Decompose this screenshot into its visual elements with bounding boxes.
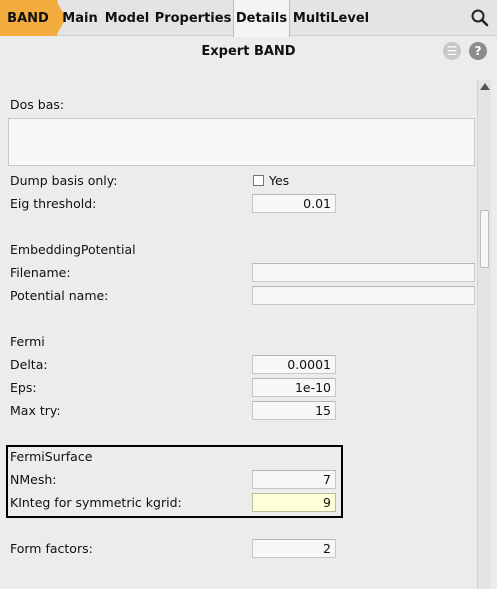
delta-label: Delta: (10, 357, 48, 372)
tab-bar: BAND Main Model Properties Details Multi… (0, 0, 497, 37)
dump-basis-checkbox-label[interactable]: Yes (269, 173, 289, 188)
dump-basis-checkbox[interactable] (253, 175, 264, 186)
tab-details[interactable]: Details (233, 0, 290, 37)
eps-field[interactable]: 1e-10 (252, 378, 336, 397)
fermi-section-title: Fermi (10, 334, 45, 349)
kinteg-field[interactable]: 9 (252, 493, 336, 512)
menu-button[interactable]: ☰ (443, 42, 461, 60)
nmesh-field[interactable]: 7 (252, 470, 336, 489)
fermisurface-section-title: FermiSurface (10, 449, 93, 464)
form-factors-label: Form factors: (10, 541, 93, 556)
scroll-thumb[interactable] (480, 210, 489, 268)
nmesh-label: NMesh: (10, 472, 57, 487)
kinteg-label: KInteg for symmetric kgrid: (10, 495, 182, 510)
eig-threshold-field[interactable]: 0.01 (252, 194, 336, 213)
tab-band[interactable]: BAND (0, 0, 66, 36)
search-button[interactable] (469, 7, 491, 29)
tab-properties[interactable]: Properties (155, 0, 232, 36)
help-button[interactable]: ? (469, 42, 487, 60)
form-factors-field[interactable]: 2 (252, 539, 336, 558)
eig-threshold-label: Eig threshold: (10, 196, 97, 211)
search-icon (471, 9, 489, 27)
menu-icon: ☰ (446, 44, 458, 58)
embedding-section-title: EmbeddingPotential (10, 242, 136, 257)
vertical-scrollbar[interactable] (477, 80, 491, 589)
tab-multilevel[interactable]: MultiLevel (293, 0, 369, 36)
filename-field[interactable] (252, 263, 475, 282)
filename-label: Filename: (10, 265, 71, 280)
dos-basis-textarea[interactable] (8, 118, 475, 166)
potential-name-label: Potential name: (10, 288, 109, 303)
scroll-up-icon[interactable] (480, 83, 490, 90)
max-try-field[interactable]: 15 (252, 401, 336, 420)
page-title: Expert BAND (201, 44, 296, 59)
tab-main[interactable]: Main (62, 0, 98, 36)
max-try-label: Max try: (10, 403, 61, 418)
dump-basis-label: Dump basis only: (10, 173, 118, 188)
tab-model[interactable]: Model (104, 0, 150, 36)
delta-field[interactable]: 0.0001 (252, 355, 336, 374)
dos-basis-label: Dos bas: (10, 97, 65, 112)
eps-label: Eps: (10, 380, 37, 395)
help-icon: ? (474, 44, 482, 58)
potential-name-field[interactable] (252, 286, 475, 305)
